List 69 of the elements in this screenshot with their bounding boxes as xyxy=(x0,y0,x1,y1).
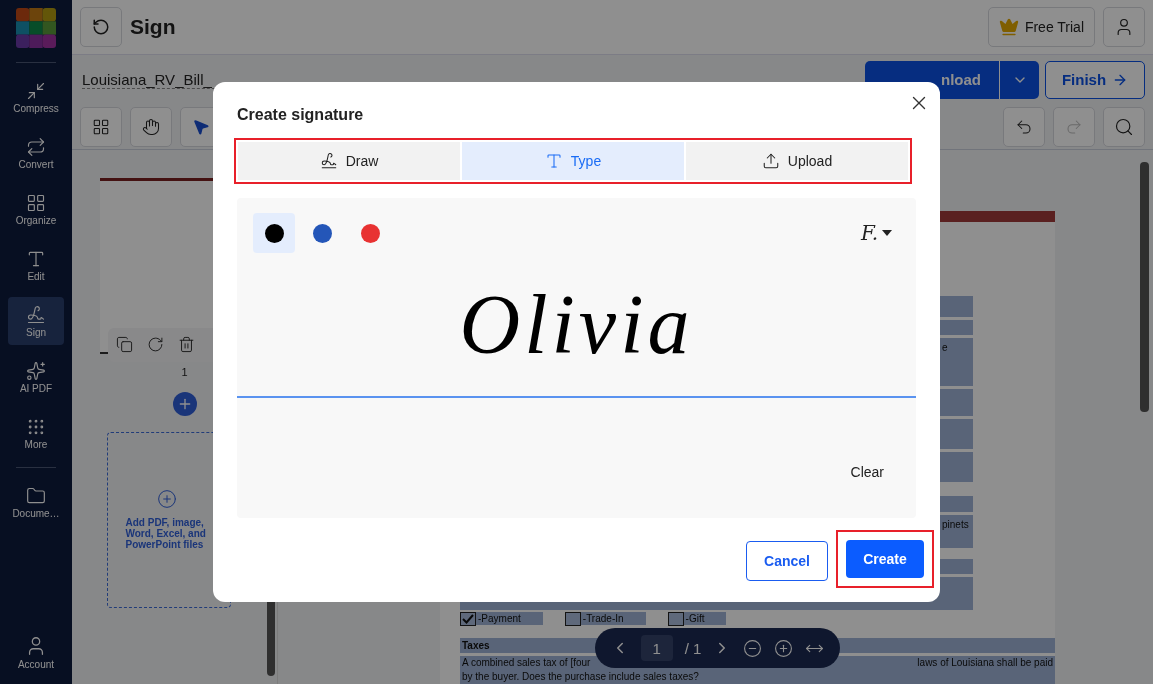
grid-icon xyxy=(92,118,110,137)
upload-icon xyxy=(761,152,780,170)
pointer-icon xyxy=(192,118,210,137)
checkbox[interactable] xyxy=(564,612,581,626)
add-page-button[interactable] xyxy=(172,392,197,416)
caret-icon xyxy=(882,230,892,236)
sidebar-item[interactable]: Convert xyxy=(8,129,64,177)
plus-icon xyxy=(156,489,177,510)
folder-icon xyxy=(26,485,46,506)
zoom-in-icon[interactable] xyxy=(774,638,794,658)
undo-icon xyxy=(92,17,110,36)
grid-button[interactable] xyxy=(80,107,122,148)
check-icon xyxy=(462,614,474,624)
signature-icon xyxy=(26,304,46,325)
scrollbar[interactable] xyxy=(1140,162,1149,412)
sidebar-item[interactable]: AI PDF xyxy=(8,353,64,401)
page-input[interactable]: 1 xyxy=(640,635,673,661)
dialog-title: Create signature xyxy=(237,106,365,124)
delete-icon[interactable] xyxy=(178,336,195,354)
hand-icon xyxy=(142,118,160,137)
sidebar-item[interactable]: Compress xyxy=(8,73,64,121)
field-text: e xyxy=(942,342,948,353)
clear-button[interactable]: Clear xyxy=(850,464,884,480)
tab[interactable]: Upload xyxy=(686,142,908,180)
rotate-icon[interactable] xyxy=(147,336,164,354)
cancel-button[interactable]: Cancel xyxy=(746,541,828,581)
profile-button[interactable] xyxy=(1103,6,1145,47)
logo-icon xyxy=(16,8,56,48)
paragraph-text: A combined sales tax of [four xyxy=(462,657,591,669)
checkbox[interactable] xyxy=(460,612,476,626)
signature-text: Olivia xyxy=(459,277,694,373)
color-option[interactable] xyxy=(253,213,295,253)
sparkles-icon xyxy=(26,360,46,381)
hand-button[interactable] xyxy=(130,107,172,148)
text-icon xyxy=(544,152,563,170)
page-title: Sign xyxy=(130,14,177,39)
account-button[interactable]: Account xyxy=(8,628,64,676)
undo-icon xyxy=(1015,118,1033,137)
search-icon xyxy=(1114,117,1134,138)
field-text: pinets xyxy=(942,519,969,530)
redo-icon xyxy=(1065,118,1083,137)
search-button[interactable] xyxy=(1103,107,1145,148)
tab[interactable]: Draw xyxy=(238,142,460,180)
sidebar-item[interactable]: More xyxy=(8,409,64,457)
sidebar-item[interactable]: Sign xyxy=(8,297,64,345)
paragraph-text: laws of Louisiana shall be paid xyxy=(917,657,1053,669)
option-label: -Payment xyxy=(476,612,543,626)
zoom-out-icon[interactable] xyxy=(743,638,763,658)
create-button[interactable]: Create xyxy=(846,540,924,578)
signature-icon xyxy=(319,152,338,170)
signature-pad[interactable]: F. Olivia Clear xyxy=(237,198,916,518)
drop-zone-text: Add PDF, image, Word, Excel, and PowerPoint files xyxy=(125,517,207,551)
option-label: -Gift xyxy=(683,612,727,626)
sidebar-item[interactable]: Organize xyxy=(8,185,64,233)
tab[interactable]: Type xyxy=(462,142,684,180)
convert-icon xyxy=(26,136,46,157)
crown-icon xyxy=(998,16,1019,37)
page-number: 1 xyxy=(181,366,188,378)
sidebar-item[interactable]: Docume… xyxy=(8,478,64,526)
back-button[interactable] xyxy=(80,6,122,47)
grid-icon xyxy=(26,192,46,213)
compress-icon xyxy=(26,80,46,101)
font-selector[interactable]: F. xyxy=(860,221,892,245)
sidebar-item[interactable]: Edit xyxy=(8,241,64,289)
free-trial-button[interactable]: Free Trial xyxy=(987,6,1095,47)
finish-button[interactable]: Finish xyxy=(1045,60,1145,99)
copy-icon[interactable] xyxy=(116,336,133,354)
option-label: -Trade-In xyxy=(580,612,646,626)
checkbox[interactable] xyxy=(667,612,684,626)
